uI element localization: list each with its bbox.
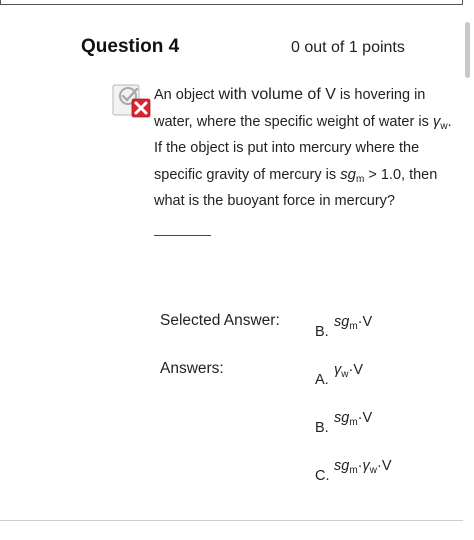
formula-subscript: m bbox=[349, 465, 358, 476]
answer-letter: B. bbox=[315, 324, 329, 340]
formula-rest: ·V bbox=[348, 362, 363, 378]
answer-formula: sgm·γw·V bbox=[334, 458, 392, 476]
gamma-subscript: w bbox=[440, 120, 448, 132]
formula-symbol: sg bbox=[334, 314, 350, 330]
question-text-part: An object bbox=[154, 87, 219, 103]
formula-symbol: sg bbox=[334, 458, 350, 474]
selected-answer-label: Selected Answer: bbox=[160, 312, 280, 329]
formula-rest: ·V bbox=[357, 314, 373, 330]
answer-formula: sgm·V bbox=[334, 410, 373, 428]
incorrect-icon bbox=[111, 80, 153, 122]
question-title: Question 4 bbox=[81, 36, 180, 57]
answer-formula: γw·V bbox=[334, 362, 363, 380]
formula-rest: ·V bbox=[377, 458, 392, 474]
formula-subscript: m bbox=[349, 417, 358, 428]
answers-label: Answers: bbox=[160, 360, 224, 377]
question-text: An object with volume of V is hovering i… bbox=[154, 82, 454, 215]
question-points: 0 out of 1 points bbox=[291, 39, 405, 56]
sg-subscript: m bbox=[355, 173, 365, 185]
section-divider bbox=[0, 520, 463, 521]
answer-letter: B. bbox=[315, 420, 329, 436]
question-text-part: with volume of V bbox=[218, 86, 336, 103]
formula-symbol: γ bbox=[362, 458, 370, 474]
answer-blank-line bbox=[154, 235, 211, 236]
content-frame-top bbox=[0, 0, 463, 5]
formula-subscript: w bbox=[341, 369, 349, 380]
formula-symbol: sg bbox=[334, 410, 350, 426]
formula-subscript: m bbox=[349, 321, 358, 332]
answer-formula: sgm·V bbox=[334, 314, 373, 332]
scrollbar-thumb[interactable] bbox=[465, 22, 470, 78]
formula-rest: ·V bbox=[357, 410, 373, 426]
answer-letter: C. bbox=[315, 468, 330, 484]
answer-letter: A. bbox=[315, 372, 329, 388]
formula-subscript: w bbox=[369, 465, 377, 476]
sg-symbol: sg bbox=[340, 165, 356, 183]
